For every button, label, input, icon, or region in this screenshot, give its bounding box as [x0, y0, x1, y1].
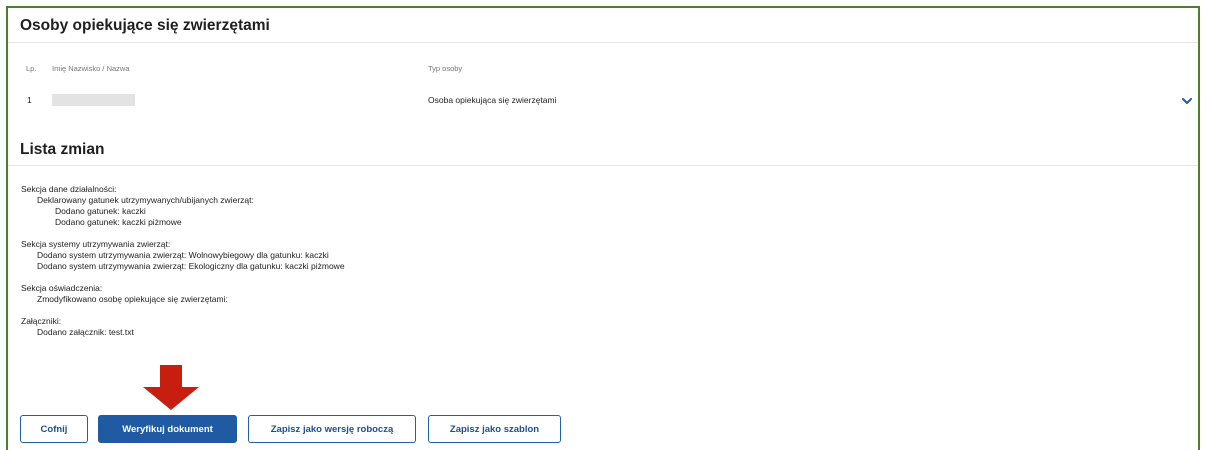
verify-document-button[interactable]: Weryfikuj dokument: [98, 415, 237, 443]
save-draft-button[interactable]: Zapisz jako wersję roboczą: [248, 415, 416, 443]
redacted-name: [52, 94, 135, 106]
change-line: Dodano załącznik: test.txt: [37, 326, 134, 337]
column-header-lp: Lp.: [26, 64, 37, 73]
change-line: Dodano gatunek: kaczki piżmowe: [55, 217, 182, 228]
caretakers-section-title: Osoby opiekujące się zwierzętami: [20, 17, 270, 34]
chevron-down-icon[interactable]: [1180, 94, 1194, 108]
divider: [8, 165, 1198, 166]
divider: [8, 42, 1198, 43]
column-header-name: Imię Nazwisko / Nazwa: [52, 64, 130, 73]
changes-section-title: Lista zmian: [20, 141, 105, 158]
change-line: Dodano system utrzymywania zwierząt: Eko…: [37, 261, 345, 272]
change-line: Dodano system utrzymywania zwierząt: Wol…: [37, 250, 329, 261]
change-line: Zmodyfikowano osobę opiekujące się zwier…: [37, 293, 228, 304]
change-line: Deklarowany gatunek utrzymywanych/ubijan…: [37, 195, 254, 206]
back-button[interactable]: Cofnij: [20, 415, 88, 443]
change-line: Sekcja systemy utrzymywania zwierząt:: [21, 238, 171, 249]
row-lp: 1: [27, 95, 32, 105]
document-panel: Osoby opiekujące się zwierzętami Lp. Imi…: [6, 6, 1200, 450]
change-line: Sekcja oświadczenia:: [21, 282, 103, 293]
row-type: Osoba opiekująca się zwierzętami: [428, 95, 557, 105]
annotation-arrow-icon: [143, 365, 199, 410]
save-template-button[interactable]: Zapisz jako szablon: [428, 415, 561, 443]
change-line: Załączniki:: [21, 315, 62, 326]
change-line: Dodano gatunek: kaczki: [55, 206, 146, 217]
column-header-type: Typ osoby: [428, 64, 463, 73]
change-list: Sekcja dane działalności: Deklarowany gat…: [21, 184, 345, 338]
change-line: Sekcja dane działalności:: [21, 184, 117, 194]
